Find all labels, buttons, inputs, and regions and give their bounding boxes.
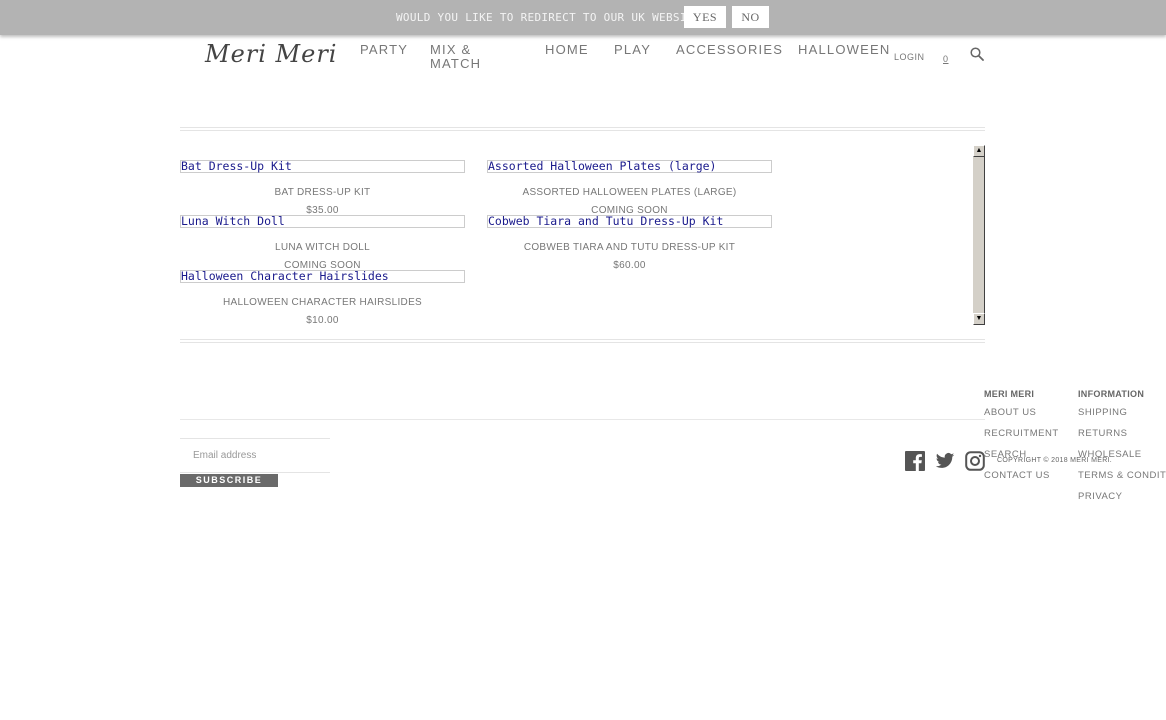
facebook-icon[interactable] [905,451,925,471]
copyright-text: COPYRIGHT © 2018 MERI MERI. [997,457,1113,464]
product-link[interactable]: Luna Witch Doll [180,215,465,228]
nav-halloween[interactable]: HALLOWEEN [798,43,890,57]
product-area-top-rule [180,127,985,131]
footer-link-returns[interactable]: RETURNS [1078,428,1127,439]
product-scrollbar[interactable]: ▲ ▼ [972,145,985,325]
nav-accessories[interactable]: ACCESSORIES [676,43,783,57]
scroll-up-arrow-icon[interactable]: ▲ [973,145,985,157]
footer-heading-information: INFORMATION [1078,389,1145,399]
login-link[interactable]: LOGIN [894,52,925,62]
redirect-yes-button[interactable]: YES [684,6,726,28]
product-name[interactable]: BAT DRESS-UP KIT [180,187,465,198]
search-icon[interactable] [970,47,984,61]
footer-heading-meri-meri: MERI MERI [984,389,1035,399]
product-name[interactable]: HALLOWEEN CHARACTER HAIRSLIDES [180,297,465,308]
footer-link-recruitment[interactable]: RECRUITMENT [984,428,1059,439]
footer-link-about-us[interactable]: ABOUT US [984,407,1036,418]
footer-link-privacy[interactable]: PRIVACY [1078,491,1123,502]
footer-divider [180,419,985,420]
footer-link-contact-us[interactable]: CONTACT US [984,470,1050,481]
nav-play[interactable]: PLAY [614,43,651,57]
logo[interactable]: Meri Meri [205,40,337,68]
scroll-down-arrow-icon[interactable]: ▼ [973,313,985,325]
product-price: $10.00 [306,315,339,326]
product-name[interactable]: COBWEB TIARA AND TUTU DRESS-UP KIT [487,242,772,253]
footer-link-shipping[interactable]: SHIPPING [1078,407,1127,418]
redirect-no-button[interactable]: NO [732,6,769,28]
product-link[interactable]: Assorted Halloween Plates (large) [487,160,772,173]
newsletter-form [180,438,330,473]
product-name[interactable]: ASSORTED HALLOWEEN PLATES (LARGE) [487,187,772,198]
redirect-banner: WOULD YOU LIKE TO REDIRECT TO OUR UK WEB… [0,0,1166,35]
footer-link-terms[interactable]: TERMS & CONDITIO [1078,470,1166,481]
email-input[interactable] [180,439,328,472]
nav-mix-match-line1: MIX & [430,42,472,57]
product-link[interactable]: Halloween Character Hairslides [180,270,465,283]
twitter-icon[interactable] [935,451,955,471]
cart-count[interactable]: 0 [943,54,949,64]
nav-party[interactable]: PARTY [360,43,408,57]
subscribe-button[interactable]: SUBSCRIBE [180,474,278,487]
product-area-bottom-rule [180,339,985,343]
nav-mix-match-line2: MATCH [430,56,482,71]
nav-home[interactable]: HOME [545,43,589,57]
product-price: $60.00 [613,260,646,271]
product-link[interactable]: Bat Dress-Up Kit [180,160,465,173]
redirect-question: WOULD YOU LIKE TO REDIRECT TO OUR UK WEB… [396,11,708,24]
instagram-icon[interactable] [965,451,985,471]
nav-mix-match[interactable]: MIX & MATCH [430,43,481,71]
product-name[interactable]: LUNA WITCH DOLL [180,242,465,253]
product-link[interactable]: Cobweb Tiara and Tutu Dress-Up Kit [487,215,772,228]
